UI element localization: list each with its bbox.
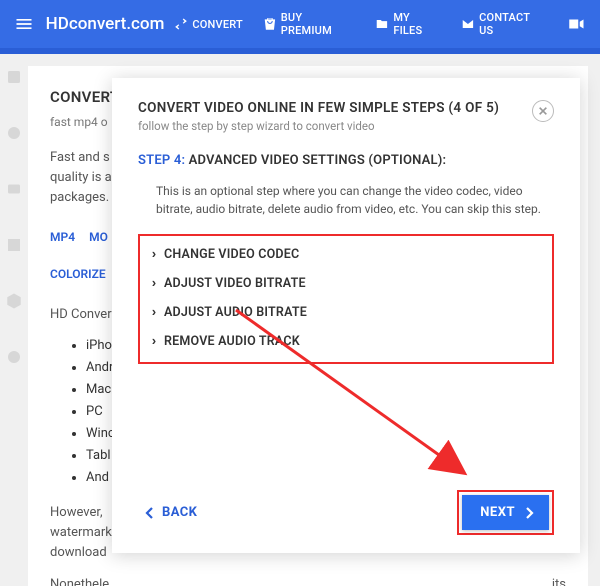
nav-contact-us[interactable]: CONTACT US	[451, 11, 556, 37]
side-decor	[0, 54, 28, 564]
mail-icon	[461, 17, 475, 31]
close-button[interactable]	[532, 100, 554, 122]
tab-colorize[interactable]: COLORIZE	[50, 261, 106, 290]
videocam-button[interactable]	[560, 8, 592, 40]
chevron-right-icon: ›	[150, 334, 158, 349]
folder-icon	[375, 17, 389, 31]
next-label: NEXT	[480, 505, 515, 520]
step-number: STEP 4:	[138, 153, 185, 168]
nav-convert-label: CONVERT	[192, 18, 243, 31]
chevron-right-icon: ›	[150, 247, 158, 262]
option-label: ADJUST VIDEO BITRATE	[164, 276, 306, 291]
options-highlight-box: › CHANGE VIDEO CODEC › ADJUST VIDEO BITR…	[138, 234, 554, 364]
hamburger-icon	[14, 14, 34, 34]
modal-title: CONVERT VIDEO ONLINE IN FEW SIMPLE STEPS…	[138, 100, 499, 116]
nav-contact-us-label: CONTACT US	[479, 11, 546, 37]
swap-icon	[174, 17, 188, 31]
decor-icon	[5, 124, 23, 142]
hamburger-menu-button[interactable]	[8, 8, 40, 40]
nav-buy-premium[interactable]: BUY PREMIUM	[253, 11, 366, 37]
close-icon	[538, 106, 548, 116]
topbar: HDconvert.com CONVERT BUY PREMIUM MY FIL…	[0, 0, 600, 48]
option-label: CHANGE VIDEO CODEC	[164, 247, 299, 262]
option-label: ADJUST AUDIO BITRATE	[164, 305, 307, 320]
chevron-right-icon	[523, 507, 535, 519]
option-adjust-video-bitrate[interactable]: › ADJUST VIDEO BITRATE	[148, 269, 512, 298]
nav-buy-premium-label: BUY PREMIUM	[281, 11, 356, 37]
back-button[interactable]: BACK	[138, 497, 203, 528]
step-heading: STEP 4: ADVANCED VIDEO SETTINGS (OPTIONA…	[138, 153, 554, 168]
decor-icon	[5, 236, 23, 254]
chevron-left-icon	[144, 507, 156, 519]
nav-my-files-label: MY FILES	[393, 11, 441, 37]
tab-mo[interactable]: MO	[89, 224, 108, 253]
page-paragraph: Nonetheleits resolution	[50, 575, 566, 586]
option-label: REMOVE AUDIO TRACK	[164, 334, 300, 349]
brand-label: HDconvert.com	[46, 14, 165, 34]
option-change-video-codec[interactable]: › CHANGE VIDEO CODEC	[148, 240, 512, 269]
wizard-modal: CONVERT VIDEO ONLINE IN FEW SIMPLE STEPS…	[112, 78, 580, 553]
chevron-right-icon: ›	[150, 276, 158, 291]
next-highlight-box: NEXT	[457, 490, 554, 535]
videocam-icon	[567, 15, 585, 33]
topbar-underline	[0, 48, 600, 54]
modal-subtitle: follow the step by step wizard to conver…	[138, 119, 499, 133]
step-description: This is an optional step where you can c…	[156, 182, 542, 218]
next-button[interactable]: NEXT	[462, 495, 549, 530]
decor-icon	[5, 180, 23, 198]
step-title: ADVANCED VIDEO SETTINGS (OPTIONAL):	[189, 153, 447, 168]
back-label: BACK	[162, 505, 197, 520]
nav-my-files[interactable]: MY FILES	[365, 11, 451, 37]
decor-icon	[5, 348, 23, 366]
chevron-right-icon: ›	[150, 305, 158, 320]
tab-mp4[interactable]: MP4	[50, 224, 75, 253]
decor-icon	[5, 68, 23, 86]
shopping-bag-icon	[263, 17, 277, 31]
option-remove-audio-track[interactable]: › REMOVE AUDIO TRACK	[148, 327, 512, 356]
decor-icon	[5, 292, 23, 310]
nav-convert[interactable]: CONVERT	[164, 17, 253, 31]
option-adjust-audio-bitrate[interactable]: › ADJUST AUDIO BITRATE	[148, 298, 512, 327]
